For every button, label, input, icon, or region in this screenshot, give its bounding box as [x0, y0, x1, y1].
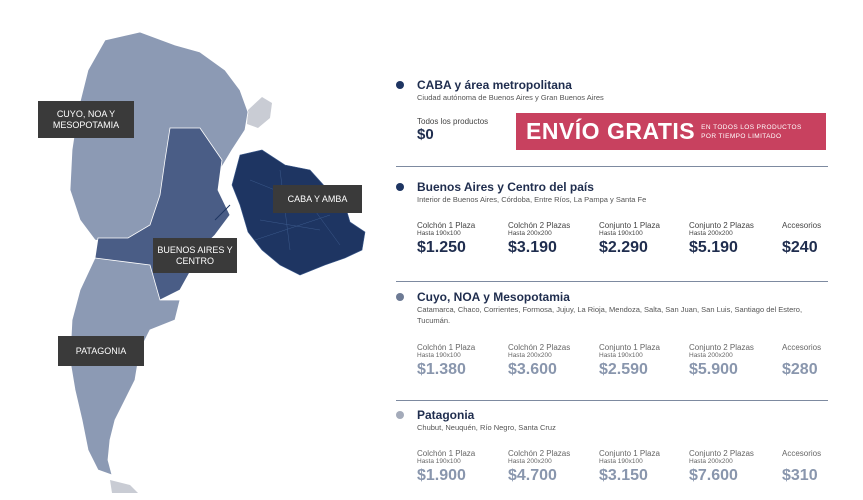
price-item: Accesorios $280: [782, 343, 837, 379]
price-size: Hasta 200x200: [508, 458, 552, 465]
price-row: Colchón 1 Plaza Hasta 190x100 $1.250 Col…: [417, 221, 837, 261]
region-bullet: [396, 411, 404, 419]
price-item: Colchón 1 Plaza Hasta 190x100 $1.380: [417, 343, 507, 379]
price-name: Colchón 2 Plazas: [508, 343, 571, 352]
region-caba: CABA y área metropolitana Ciudad autónom…: [396, 78, 828, 158]
price-name: Conjunto 2 Plazas: [689, 221, 754, 230]
price-value: $4.700: [508, 467, 557, 484]
price-value: $310: [782, 467, 818, 484]
region-subtitle: Interior de Buenos Aires, Córdoba, Entre…: [417, 195, 647, 204]
price-name: Conjunto 2 Plazas: [689, 449, 754, 458]
price-item: Colchón 1 Plaza Hasta 190x100 $1.250: [417, 221, 507, 257]
price-value: $1.380: [417, 361, 466, 378]
price-size: Hasta 190x100: [599, 458, 643, 465]
price-name: Conjunto 1 Plaza: [599, 343, 660, 352]
region-bullet: [396, 81, 404, 89]
all-products-label: Todos los productos: [417, 117, 489, 126]
banner-side-line-1: EN TODOS LOS PRODUCTOS: [701, 123, 802, 131]
price-value: $2.290: [599, 239, 648, 256]
price-name: Conjunto 1 Plaza: [599, 221, 660, 230]
price-item: Conjunto 1 Plaza Hasta 190x100 $2.590: [599, 343, 689, 379]
region-title: CABA y área metropolitana: [417, 78, 572, 92]
price-item: Conjunto 2 Plazas Hasta 200x200 $5.900: [689, 343, 779, 379]
price-size: [782, 230, 837, 237]
price-name: Colchón 1 Plaza: [417, 343, 476, 352]
region-title: Cuyo, NOA y Mesopotamia: [417, 290, 570, 304]
price-value: $1.900: [417, 467, 466, 484]
price-size: Hasta 190x100: [599, 352, 643, 359]
price-row: Colchón 1 Plaza Hasta 190x100 $1.900 Col…: [417, 449, 837, 489]
price-item: Colchón 2 Plazas Hasta 200x200 $3.190: [508, 221, 598, 257]
price-value: $240: [782, 239, 818, 256]
price-name: Colchón 2 Plazas: [508, 449, 571, 458]
price-item: Accesorios $310: [782, 449, 837, 485]
divider: [396, 400, 828, 401]
free-shipping-banner: ENVÍO GRATIS EN TODOS LOS PRODUCTOS POR …: [516, 113, 826, 150]
price-name: Colchón 1 Plaza: [417, 221, 476, 230]
price-size: [782, 458, 837, 465]
region-subtitle: Chubut, Neuquén, Río Negro, Santa Cruz: [417, 423, 556, 432]
price-row: Colchón 1 Plaza Hasta 190x100 $1.380 Col…: [417, 343, 837, 383]
price-value: $280: [782, 361, 818, 378]
banner-side-text: EN TODOS LOS PRODUCTOS POR TIEMPO LIMITA…: [701, 123, 802, 141]
banner-side-line-2: POR TIEMPO LIMITADO: [701, 132, 782, 140]
price-size: Hasta 200x200: [689, 352, 733, 359]
price-size: Hasta 190x100: [599, 230, 643, 237]
price-size: Hasta 200x200: [689, 458, 733, 465]
region-title: Buenos Aires y Centro del país: [417, 180, 594, 194]
price-item: Conjunto 1 Plaza Hasta 190x100 $2.290: [599, 221, 689, 257]
price-value: $5.900: [689, 361, 738, 378]
price-item: Colchón 2 Plazas Hasta 200x200 $4.700: [508, 449, 598, 485]
price-value: $7.600: [689, 467, 738, 484]
price-name: Colchón 1 Plaza: [417, 449, 476, 458]
map-shape-uruguay: [247, 97, 272, 128]
price-name: Colchón 2 Plazas: [508, 221, 571, 230]
price-item: Colchón 2 Plazas Hasta 200x200 $3.600: [508, 343, 598, 379]
region-bsas: Buenos Aires y Centro del país Interior …: [396, 180, 828, 270]
divider: [396, 166, 828, 167]
region-patagonia: Patagonia Chubut, Neuquén, Río Negro, Sa…: [396, 408, 828, 493]
map-shape-tierra-del-fuego: [110, 480, 138, 493]
price-size: Hasta 200x200: [689, 230, 733, 237]
price-value: $5.190: [689, 239, 738, 256]
region-title: Patagonia: [417, 408, 475, 422]
price-value: $1.250: [417, 239, 466, 256]
divider: [396, 281, 828, 282]
region-bullet: [396, 293, 404, 301]
price-item: Accesorios $240: [782, 221, 837, 257]
banner-main-text: ENVÍO GRATIS: [526, 118, 696, 144]
price-value: $3.190: [508, 239, 557, 256]
all-products-price: $0: [417, 126, 434, 143]
region-subtitle: Ciudad autónoma de Buenos Aires y Gran B…: [417, 93, 604, 102]
price-item: Conjunto 1 Plaza Hasta 190x100 $3.150: [599, 449, 689, 485]
price-name: Accesorios: [782, 343, 822, 352]
price-size: Hasta 190x100: [417, 352, 461, 359]
region-bullet: [396, 183, 404, 191]
map-label-cuyo[interactable]: CUYO, NOA Y MESOPOTAMIA: [38, 101, 134, 138]
price-item: Colchón 1 Plaza Hasta 190x100 $1.900: [417, 449, 507, 485]
argentina-map: CUYO, NOA Y MESOPOTAMIA CABA Y AMBA BUEN…: [0, 0, 380, 495]
region-cuyo: Cuyo, NOA y Mesopotamia Catamarca, Chaco…: [396, 290, 828, 385]
price-size: Hasta 200x200: [508, 230, 552, 237]
price-size: Hasta 190x100: [417, 458, 461, 465]
region-subtitle: Catamarca, Chaco, Corrientes, Formosa, J…: [417, 305, 803, 325]
price-name: Accesorios: [782, 449, 822, 458]
price-value: $2.590: [599, 361, 648, 378]
price-name: Conjunto 1 Plaza: [599, 449, 660, 458]
price-size: [782, 352, 837, 359]
price-name: Conjunto 2 Plazas: [689, 343, 754, 352]
map-label-caba[interactable]: CABA Y AMBA: [273, 185, 362, 213]
price-value: $3.600: [508, 361, 557, 378]
price-value: $3.150: [599, 467, 648, 484]
map-label-patagonia[interactable]: PATAGONIA: [58, 336, 144, 366]
price-size: Hasta 200x200: [508, 352, 552, 359]
price-size: Hasta 190x100: [417, 230, 461, 237]
price-name: Accesorios: [782, 221, 822, 230]
map-label-bsas[interactable]: BUENOS AIRES Y CENTRO: [153, 238, 237, 273]
price-item: Conjunto 2 Plazas Hasta 200x200 $7.600: [689, 449, 779, 485]
price-item: Conjunto 2 Plazas Hasta 200x200 $5.190: [689, 221, 779, 257]
